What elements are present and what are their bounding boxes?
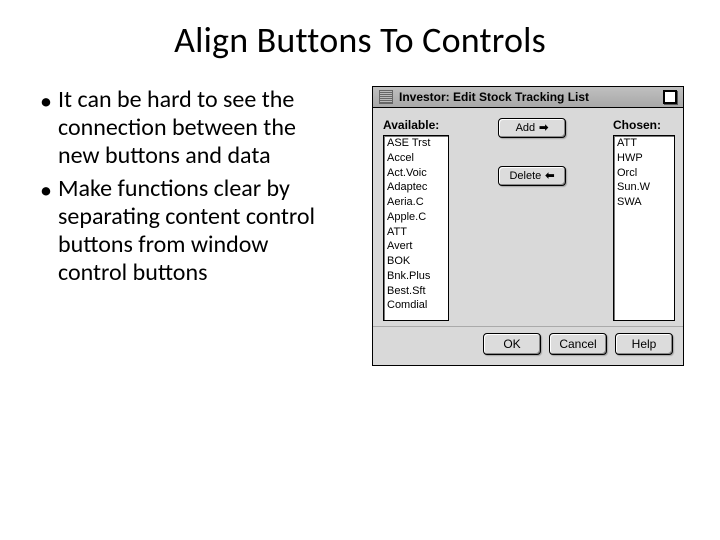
list-item[interactable]: ATT [384, 225, 448, 240]
bullet-text: It can be hard to see the connection bet… [58, 86, 336, 169]
add-button[interactable]: Add ➡ [498, 118, 566, 138]
add-button-label: Add [516, 122, 536, 134]
dialog-title: Investor: Edit Stock Tracking List [399, 90, 657, 104]
dialog-footer: OK Cancel Help [373, 326, 683, 365]
available-listbox[interactable]: ASE Trst Accel Act.Voic Adaptec Aeria.C … [383, 135, 449, 321]
slide-title: Align Buttons To Controls [36, 18, 684, 62]
list-item[interactable]: Aeria.C [384, 195, 448, 210]
bullet-dot: • [40, 175, 58, 286]
window-resize-icon[interactable] [663, 90, 677, 104]
dialog-screenshot: Investor: Edit Stock Tracking List Avail… [372, 86, 684, 366]
ok-button-label: OK [503, 337, 520, 351]
list-item[interactable]: Sun.W [614, 180, 674, 195]
cancel-button[interactable]: Cancel [549, 333, 607, 355]
list-item[interactable]: Best.Sft [384, 284, 448, 299]
help-button[interactable]: Help [615, 333, 673, 355]
list-item[interactable]: Apple.C [384, 210, 448, 225]
bullet-dot: • [40, 86, 58, 169]
list-item[interactable]: ATT [614, 136, 674, 151]
chosen-listbox[interactable]: ATT HWP Orcl Sun.W SWA [613, 135, 675, 321]
list-item[interactable]: Orcl [614, 166, 674, 181]
list-item[interactable]: HWP [614, 151, 674, 166]
delete-button-label: Delete [509, 170, 541, 182]
list-item[interactable]: Comdial [384, 298, 448, 313]
bullet-item: • It can be hard to see the connection b… [40, 86, 336, 169]
bullet-item: • Make functions clear by separating con… [40, 175, 336, 286]
help-button-label: Help [632, 337, 657, 351]
ok-button[interactable]: OK [483, 333, 541, 355]
dialog-titlebar[interactable]: Investor: Edit Stock Tracking List [373, 87, 683, 108]
transfer-buttons: Add ➡ Delete ⬅ [494, 118, 568, 186]
list-item[interactable]: Bnk.Plus [384, 269, 448, 284]
list-item[interactable]: SWA [614, 195, 674, 210]
dialog-window: Investor: Edit Stock Tracking List Avail… [372, 86, 684, 366]
list-item[interactable]: Avert [384, 239, 448, 254]
arrow-left-icon: ⬅ [545, 171, 554, 182]
bullet-text: Make functions clear by separating conte… [58, 175, 336, 286]
dialog-body: Available: ASE Trst Accel Act.Voic Adapt… [373, 108, 683, 326]
delete-button[interactable]: Delete ⬅ [498, 166, 566, 186]
available-label: Available: [383, 118, 449, 132]
titlebar-grip-icon [379, 90, 393, 104]
bullet-list: • It can be hard to see the connection b… [36, 80, 336, 366]
arrow-right-icon: ➡ [539, 123, 548, 134]
chosen-column: Chosen: ATT HWP Orcl Sun.W SWA [613, 118, 675, 321]
list-item[interactable]: ASE Trst [384, 136, 448, 151]
chosen-label: Chosen: [613, 118, 675, 132]
list-item[interactable]: BOK [384, 254, 448, 269]
cancel-button-label: Cancel [559, 337, 596, 351]
list-item[interactable]: Adaptec [384, 180, 448, 195]
list-item[interactable]: Accel [384, 151, 448, 166]
list-item[interactable]: Act.Voic [384, 166, 448, 181]
available-column: Available: ASE Trst Accel Act.Voic Adapt… [383, 118, 449, 321]
